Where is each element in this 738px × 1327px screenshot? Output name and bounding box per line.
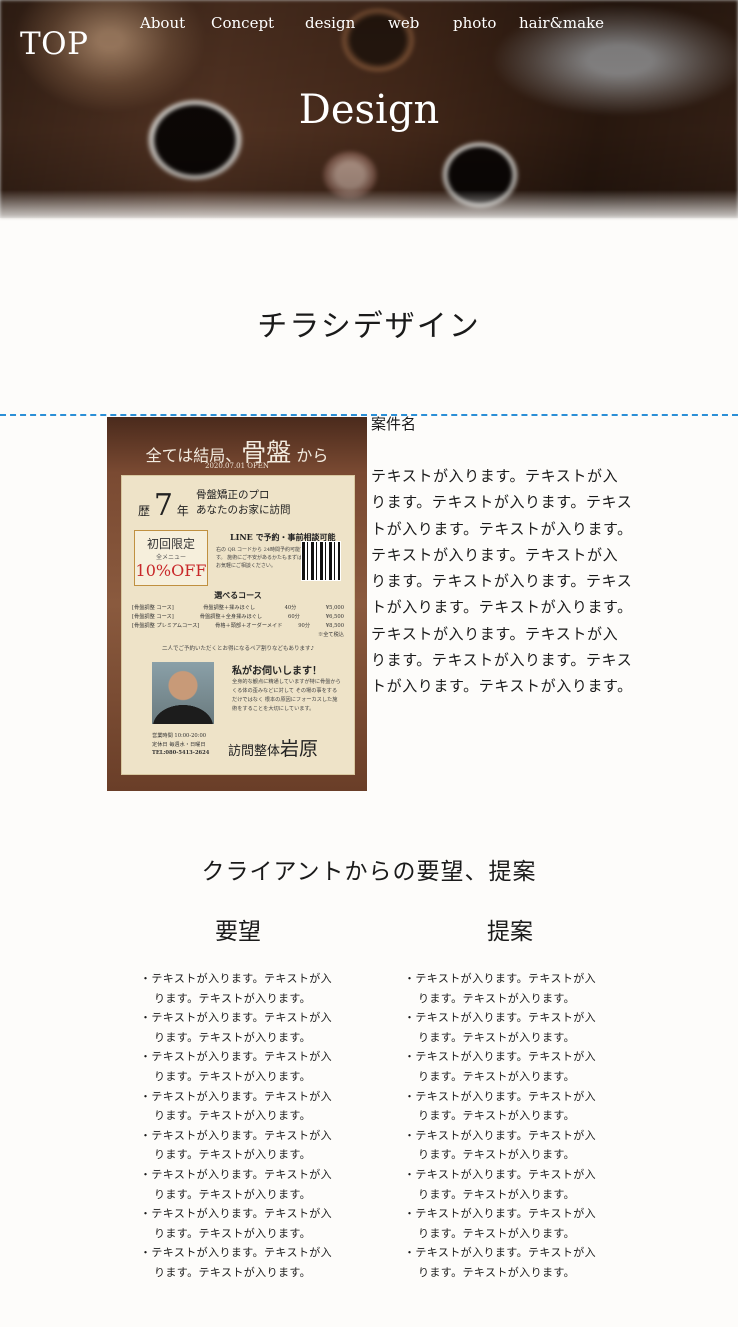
flyer-tax-row: ※全て税込 bbox=[132, 631, 344, 640]
request-item: テキストが入ります。テキストが入ります。テキストが入ります。 bbox=[130, 969, 340, 1008]
flyer-holiday: 定休日 毎週水・日曜日 bbox=[152, 741, 206, 748]
flyer-tax-note: ※全て税込 bbox=[318, 632, 344, 638]
hero-title: Design bbox=[298, 87, 440, 133]
requests-title: クライアントからの要望、提案 bbox=[201, 859, 537, 885]
flyer-line-desc: 右の QR コードから 24時間予約可能です。 施術にご不安があるかたもまずはお… bbox=[216, 547, 305, 569]
proposal-item: テキストが入ります。テキストが入ります。テキストが入ります。 bbox=[394, 1008, 604, 1047]
flyer-years: 歴 7 年 bbox=[138, 488, 189, 523]
flyer-ask-title: 私がお伺いします！ bbox=[232, 666, 322, 677]
qr-code-icon bbox=[301, 541, 341, 581]
flyer-ask-desc: 全身的な観点に精通していますが特に骨盤からくる体の歪みなどに対して その場の事を… bbox=[232, 679, 341, 712]
request-list: テキストが入ります。テキストが入ります。テキストが入ります。 テキストが入ります… bbox=[130, 969, 340, 1283]
course-price: ¥5,000 bbox=[325, 605, 344, 611]
proposal-heading: 提案 bbox=[487, 919, 533, 945]
course-time: 40分 bbox=[284, 605, 297, 611]
nav-link-web[interactable]: web bbox=[388, 12, 419, 34]
nav-link-concept[interactable]: Concept bbox=[211, 12, 274, 34]
case-name: 案件名 bbox=[371, 415, 417, 433]
request-item: テキストが入ります。テキストが入ります。テキストが入ります。 bbox=[130, 1243, 340, 1282]
request-heading: 要望 bbox=[215, 919, 261, 945]
request-item: テキストが入ります。テキストが入ります。テキストが入ります。 bbox=[130, 1047, 340, 1086]
proposal-item: テキストが入ります。テキストが入ります。テキストが入ります。 bbox=[394, 969, 604, 1008]
flyer-pair-note: 二人でご予約いただくとお得になるペア割りなどもあります♪ bbox=[161, 646, 314, 652]
case-description: テキストが入ります。テキストが入ります。テキストが入ります。テキストが入ります。… bbox=[371, 467, 633, 696]
flyer-tel: TEL:080-5413-2624 bbox=[152, 750, 210, 756]
proposal-item: テキストが入ります。テキストが入ります。テキストが入ります。 bbox=[394, 1243, 604, 1282]
course-detail: 骨盤調整＋全身揉みほぐし bbox=[199, 614, 263, 620]
nav-link-photo[interactable]: photo bbox=[453, 12, 496, 34]
proposal-item: テキストが入ります。テキストが入ります。テキストが入ります。 bbox=[394, 1087, 604, 1126]
nav-link-design[interactable]: design bbox=[305, 12, 355, 34]
course-name: [骨盤調整 コース] bbox=[132, 605, 174, 611]
course-time: 90分 bbox=[298, 623, 311, 629]
flyer-brand-pre: 訪問整体 bbox=[228, 744, 281, 759]
flyer-course-title: 選べるコース bbox=[214, 590, 262, 600]
request-item: テキストが入ります。テキストが入ります。テキストが入ります。 bbox=[130, 1008, 340, 1047]
hero-bottom-fade bbox=[0, 190, 738, 226]
flyer-card: 歴 7 年 骨盤矯正のプロ あなたのお家に訪問 初回限定 全メニュー 10%OF… bbox=[121, 475, 355, 775]
request-item: テキストが入ります。テキストが入ります。テキストが入ります。 bbox=[130, 1165, 340, 1204]
flyer-image: 全ては結局、骨盤 から 2020.07.01 OPEN 歴 7 年 骨盤矯正のプ… bbox=[107, 417, 367, 791]
flyer-pro-line2: あなたのお家に訪問 bbox=[196, 504, 291, 516]
course-time: 60分 bbox=[288, 614, 300, 620]
flyer-contact-info: 営業時間 10:00-20:00 定休日 毎週水・日曜日 TEL:080-541… bbox=[152, 732, 209, 758]
flyer-pro-line1: 骨盤矯正のプロ bbox=[196, 489, 270, 501]
flyer-limit-off: 10%OFF bbox=[135, 561, 207, 580]
flyer-years-num: 7 bbox=[153, 488, 173, 523]
main-nav: About Concept design web photo hair&make bbox=[0, 12, 738, 36]
flyer-date: 2020.07.01 OPEN bbox=[205, 462, 269, 470]
nav-link-hair-make[interactable]: hair&make bbox=[519, 12, 604, 34]
flyer-course-row: [骨盤調整 プレミアムコース] 骨格＋頭部＋オーダーメイド 90分 ¥8,500 bbox=[132, 622, 344, 631]
dashed-guide-line bbox=[0, 414, 738, 416]
proposal-item: テキストが入ります。テキストが入ります。テキストが入ります。 bbox=[394, 1204, 604, 1243]
flyer-course-row: [骨盤調整 コース] 骨盤調整＋揉みほぐし 40分 ¥5,000 bbox=[132, 604, 344, 613]
flyer-discount-badge: 初回限定 全メニュー 10%OFF bbox=[134, 530, 208, 586]
flyer-course-row: [骨盤調整 コース] 骨盤調整＋全身揉みほぐし 60分 ¥6,500 bbox=[132, 613, 344, 622]
course-price: ¥6,500 bbox=[325, 614, 344, 620]
flyer-brand-main: 岩原 bbox=[280, 738, 319, 760]
request-item: テキストが入ります。テキストが入ります。テキストが入ります。 bbox=[130, 1087, 340, 1126]
flyer-hours: 営業時間 10:00-20:00 bbox=[152, 733, 207, 739]
flyer-limit-title: 初回限定 bbox=[146, 537, 195, 551]
flyer-course-list: [骨盤調整 コース] 骨盤調整＋揉みほぐし 40分 ¥5,000 [骨盤調整 コ… bbox=[132, 604, 344, 640]
flyer-years-post: 年 bbox=[176, 504, 189, 518]
proposal-item: テキストが入ります。テキストが入ります。テキストが入ります。 bbox=[394, 1047, 604, 1086]
course-name: [骨盤調整 プレミアムコース] bbox=[132, 623, 200, 629]
flyer-brand: 訪問整体岩原 bbox=[228, 734, 318, 761]
course-detail: 骨格＋頭部＋オーダーメイド bbox=[215, 623, 283, 629]
therapist-photo bbox=[152, 662, 214, 724]
request-item: テキストが入ります。テキストが入ります。テキストが入ります。 bbox=[130, 1204, 340, 1243]
flyer-pro-text: 骨盤矯正のプロ あなたのお家に訪問 bbox=[196, 488, 291, 518]
flyer-limit-sub: 全メニュー bbox=[155, 554, 186, 561]
proposal-item: テキストが入ります。テキストが入ります。テキストが入ります。 bbox=[394, 1126, 604, 1165]
course-name: [骨盤調整 コース] bbox=[132, 614, 174, 620]
proposal-list: テキストが入ります。テキストが入ります。テキストが入ります。 テキストが入ります… bbox=[394, 969, 604, 1283]
proposal-item: テキストが入ります。テキストが入ります。テキストが入ります。 bbox=[394, 1165, 604, 1204]
course-price: ¥8,500 bbox=[325, 623, 344, 629]
request-item: テキストが入ります。テキストが入ります。テキストが入ります。 bbox=[130, 1126, 340, 1165]
course-detail: 骨盤調整＋揉みほぐし bbox=[203, 605, 256, 611]
flyer-years-pre: 歴 bbox=[138, 504, 151, 518]
section-title: チラシデザイン bbox=[257, 309, 481, 344]
nav-link-about[interactable]: About bbox=[140, 12, 185, 34]
